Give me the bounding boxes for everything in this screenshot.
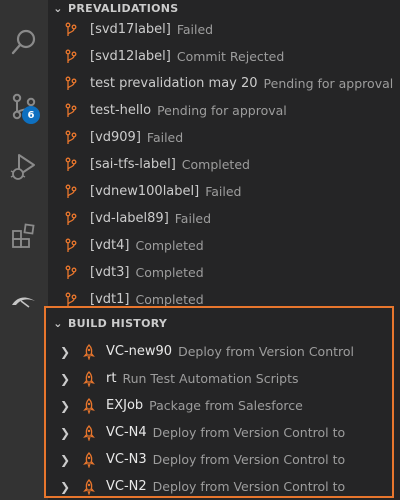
prevalidation-status: Completed (135, 292, 204, 306)
build-description: Run Test Automation Scripts (122, 371, 299, 386)
prevalidations-title: PREVALIDATIONS (68, 1, 179, 15)
prevalidation-item[interactable]: [vd-label89] Failed (48, 205, 400, 232)
chevron-right-icon[interactable]: ❯ (60, 480, 82, 494)
build-description: Deploy from Version Control to (152, 479, 346, 494)
prevalidation-item[interactable]: [vdt1] Completed (48, 286, 400, 306)
build-name: EXJob (106, 398, 144, 413)
build-description: Deploy from Version Control (178, 344, 355, 359)
build-description: Package from Salesforce (149, 398, 303, 413)
run-debug-icon[interactable] (0, 142, 48, 190)
prevalidation-status: Completed (181, 157, 250, 172)
prevalidation-name: [sai-tfs-label] (90, 157, 176, 172)
git-branch-icon (64, 130, 90, 146)
prevalidation-item[interactable]: [vdt4] Completed (48, 232, 400, 259)
git-branch-icon (64, 103, 90, 119)
build-history-item[interactable]: ❯ VC-N3 Deploy from Version Control to (46, 446, 392, 473)
source-control-icon[interactable] (0, 82, 48, 130)
rocket-icon (82, 451, 106, 468)
rocket-icon (82, 424, 106, 441)
chevron-down-icon: ⌄ (53, 316, 63, 330)
chevron-right-icon[interactable]: ❯ (60, 372, 82, 386)
build-history-title: BUILD HISTORY (68, 316, 168, 330)
build-description: Deploy from Version Control to (152, 425, 346, 440)
prevalidations-header[interactable]: ⌄ PREVALIDATIONS (48, 0, 400, 16)
prevalidation-name: [vdnew100label] (90, 184, 200, 199)
prevalidation-name: test prevalidation may 20 (90, 76, 258, 91)
git-branch-icon (64, 157, 90, 173)
git-branch-icon (64, 76, 90, 92)
prevalidation-item[interactable]: [vdt3] Completed (48, 259, 400, 286)
chevron-down-icon: ⌄ (53, 1, 63, 15)
git-branch-icon (64, 22, 90, 38)
build-history-list: ❯ VC-new90 Deploy from Version Control ❯ rt R… (46, 338, 392, 500)
git-branch-icon (64, 292, 90, 307)
prevalidation-status: Commit Rejected (176, 49, 285, 64)
prevalidation-name: [vdt4] (90, 238, 130, 253)
prevalidation-item[interactable]: [svd12label] Commit Rejected (48, 43, 400, 70)
build-description: Deploy from Version Control to (152, 452, 346, 467)
build-history-item[interactable]: ❯ VC-new90 Deploy from Version Control (46, 338, 392, 365)
prevalidation-name: test-hello (90, 103, 152, 118)
prevalidation-name: [vd-label89] (90, 211, 169, 226)
prevalidation-item[interactable]: [sai-tfs-label] Completed (48, 151, 400, 178)
rocket-icon (82, 478, 106, 495)
git-branch-icon (64, 184, 90, 200)
prevalidation-name: [vd909] (90, 130, 141, 145)
prevalidation-status: Completed (135, 238, 204, 253)
prevalidation-item[interactable]: test prevalidation may 20 Pending for app… (48, 70, 400, 97)
build-name: rt (106, 371, 117, 386)
git-branch-icon (64, 211, 90, 227)
git-branch-icon (64, 238, 90, 254)
prevalidations-panel: ⌄ PREVALIDATIONS [svd17label] Failed [svd1… (48, 0, 400, 307)
prevalidations-list: [svd17label] Failed [svd12label] Commit Rej… (48, 16, 400, 306)
prevalidation-item[interactable]: [vd909] Failed (48, 124, 400, 151)
build-name: VC-new90 (106, 344, 173, 359)
prevalidation-status: Failed (176, 22, 214, 37)
prevalidation-status: Completed (135, 265, 204, 280)
build-name: VC-N3 (106, 452, 147, 467)
build-history-item[interactable]: ❯ VC-N4 Deploy from Version Control to (46, 419, 392, 446)
chevron-right-icon[interactable]: ❯ (60, 399, 82, 413)
git-branch-icon (64, 265, 90, 281)
prevalidation-name: [svd12label] (90, 49, 171, 64)
prevalidation-status: Failed (174, 211, 212, 226)
search-icon[interactable] (0, 18, 48, 66)
build-history-header[interactable]: ⌄ BUILD HISTORY (46, 308, 392, 338)
activity-bar: 6 (0, 0, 48, 500)
prevalidation-status: Pending for approval (157, 103, 287, 118)
rocket-icon (82, 343, 106, 360)
rocket-icon (82, 370, 106, 387)
copado-icon[interactable] (0, 276, 48, 324)
prevalidation-status: Failed (205, 184, 242, 199)
prevalidation-status: Failed (146, 130, 184, 145)
rocket-icon (82, 397, 106, 414)
prevalidation-name: [svd17label] (90, 22, 171, 37)
build-history-item[interactable]: ❯ EXJob Package from Salesforce (46, 392, 392, 419)
chevron-right-icon[interactable]: ❯ (60, 345, 82, 359)
extensions-icon[interactable] (0, 212, 48, 260)
prevalidation-status: Pending for approval (263, 76, 394, 91)
build-name: VC-N2 (106, 479, 147, 494)
prevalidation-item[interactable]: test-hello Pending for approval (48, 97, 400, 124)
prevalidation-name: [vdt3] (90, 265, 130, 280)
source-control-badge: 6 (22, 106, 40, 124)
chevron-right-icon[interactable]: ❯ (60, 453, 82, 467)
prevalidation-item[interactable]: [vdnew100label] Failed (48, 178, 400, 205)
prevalidation-name: [vdt1] (90, 292, 130, 306)
build-name: VC-N4 (106, 425, 147, 440)
build-history-item[interactable]: ❯ VC-N2 Deploy from Version Control to (46, 473, 392, 500)
build-history-item[interactable]: ❯ rt Run Test Automation Scripts (46, 365, 392, 392)
git-branch-icon (64, 49, 90, 65)
prevalidation-item[interactable]: [svd17label] Failed (48, 16, 400, 43)
chevron-right-icon[interactable]: ❯ (60, 426, 82, 440)
build-history-panel: ⌄ BUILD HISTORY ❯ VC-new90 Deploy from Ver… (44, 306, 394, 498)
